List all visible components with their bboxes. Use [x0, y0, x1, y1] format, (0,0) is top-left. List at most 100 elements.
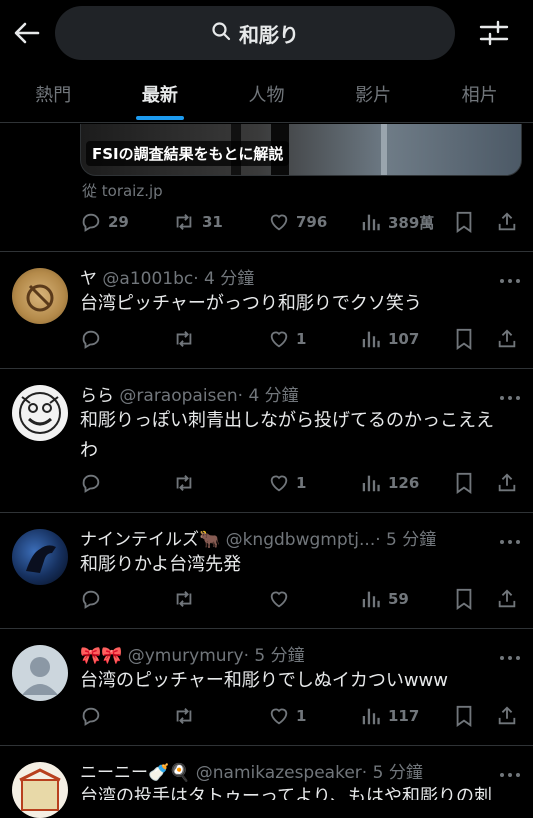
views-count: 389萬	[388, 213, 435, 232]
tweet-text[interactable]: 台湾のピッチャー和彫りでしぬイカついwww	[80, 666, 520, 696]
tab-top[interactable]: 熱門	[0, 72, 107, 122]
share-icon	[496, 211, 518, 233]
timestamp[interactable]: · 4 分鐘	[238, 386, 299, 406]
timestamp[interactable]: · 5 分鐘	[362, 763, 423, 783]
bar-chart-icon	[360, 588, 382, 610]
tweet-header: ヤ @a1001bc· 4 分鐘	[80, 264, 490, 289]
repost-icon	[172, 328, 196, 350]
user-handle[interactable]: @kngdbwgmptj...	[226, 530, 376, 550]
views-count: 107	[388, 330, 420, 348]
reply-button[interactable]: 29	[80, 209, 129, 235]
repost-button[interactable]	[172, 703, 196, 729]
tab-people[interactable]: 人物	[213, 72, 320, 122]
bookmark-button[interactable]	[454, 209, 474, 235]
tabs-divider	[0, 122, 533, 123]
bookmark-button[interactable]	[454, 326, 474, 352]
bar-chart-icon	[360, 472, 382, 494]
more-button[interactable]	[498, 388, 522, 400]
search-input[interactable]: 和彫り	[55, 6, 455, 60]
tab-photos[interactable]: 相片	[426, 72, 533, 122]
repost-button[interactable]	[172, 470, 196, 496]
display-name[interactable]: ヤ	[80, 269, 97, 289]
avatar[interactable]	[12, 385, 68, 441]
search-tabs: 熱門 最新 人物 影片 相片	[0, 72, 533, 122]
tab-videos[interactable]: 影片	[320, 72, 427, 122]
avatar[interactable]	[12, 762, 68, 818]
like-button[interactable]	[268, 586, 290, 612]
avatar[interactable]	[12, 645, 68, 701]
share-button[interactable]	[496, 326, 518, 352]
more-button[interactable]	[498, 648, 522, 660]
heart-icon	[268, 705, 290, 727]
tweet-actions: 1 126	[80, 470, 520, 496]
more-button[interactable]	[498, 532, 522, 544]
share-icon	[496, 472, 518, 494]
link-card-domain[interactable]: 從 toraiz.jp	[82, 180, 163, 201]
display-name[interactable]: 🎀🎀	[80, 646, 122, 666]
views-button[interactable]: 126	[360, 470, 419, 496]
repost-button[interactable]	[172, 326, 196, 352]
reply-button[interactable]	[80, 470, 102, 496]
user-handle[interactable]: @a1001bc	[102, 269, 193, 289]
user-handle[interactable]: @raraopaisen	[119, 386, 237, 406]
tab-latest[interactable]: 最新	[107, 72, 214, 122]
views-button[interactable]: 117	[360, 703, 419, 729]
reply-icon	[80, 588, 102, 610]
share-button[interactable]	[496, 209, 518, 235]
like-button[interactable]: 1	[268, 703, 306, 729]
tweet-text[interactable]: 台湾の投手はタトゥーってより、もはや和彫りの刺	[80, 782, 520, 800]
tweet-text[interactable]: 和彫りかよ台湾先発	[80, 550, 520, 580]
repost-button[interactable]: 31	[172, 209, 223, 235]
more-icon	[498, 532, 522, 551]
more-icon	[498, 388, 522, 407]
timestamp[interactable]: · 4 分鐘	[193, 269, 254, 289]
bar-chart-icon	[360, 328, 382, 350]
bookmark-button[interactable]	[454, 703, 474, 729]
tweet-line: 台湾の投手はタトゥーってより、もはや和彫りの刺	[80, 786, 493, 800]
divider	[0, 251, 533, 252]
display-name[interactable]: ニーニー🍼🍳	[80, 763, 190, 783]
user-handle[interactable]: @ymurymury	[128, 646, 244, 666]
reply-icon	[80, 472, 102, 494]
reply-button[interactable]	[80, 703, 102, 729]
more-icon	[498, 271, 522, 290]
repost-count: 31	[202, 213, 223, 231]
share-button[interactable]	[496, 470, 518, 496]
bookmark-button[interactable]	[454, 586, 474, 612]
tweet-header: らら @raraopaisen· 4 分鐘	[80, 381, 490, 406]
back-button[interactable]	[12, 18, 42, 48]
share-icon	[496, 588, 518, 610]
share-button[interactable]	[496, 703, 518, 729]
tweet-text[interactable]: 和彫りっぽい刺青出しながら投げてるのかっこええ わ	[80, 406, 520, 466]
like-button[interactable]: 1	[268, 470, 306, 496]
like-count: 1	[296, 474, 307, 492]
repost-button[interactable]	[172, 586, 196, 612]
repost-icon	[172, 705, 196, 727]
like-button[interactable]: 1	[268, 326, 306, 352]
views-button[interactable]: 389萬	[360, 209, 434, 235]
divider	[0, 745, 533, 746]
like-button[interactable]: 796	[268, 209, 327, 235]
more-button[interactable]	[498, 765, 522, 777]
name-emoji: 🐂	[199, 530, 221, 550]
reply-button[interactable]	[80, 586, 102, 612]
share-button[interactable]	[496, 586, 518, 612]
more-button[interactable]	[498, 271, 522, 283]
tweet-actions: 1 107	[80, 326, 520, 352]
link-card-title[interactable]: FSIの調査結果をもとに解説	[86, 141, 290, 166]
timestamp[interactable]: · 5 分鐘	[375, 530, 436, 550]
display-name[interactable]: ナインテイルズ	[80, 530, 199, 550]
tweet-actions: 59	[80, 586, 520, 612]
bookmark-button[interactable]	[454, 470, 474, 496]
views-button[interactable]: 107	[360, 326, 419, 352]
views-button[interactable]: 59	[360, 586, 409, 612]
tweet-line: 台湾ピッチャーがっつり和彫りでクソ笑う	[80, 293, 422, 314]
display-name[interactable]: らら	[80, 386, 114, 406]
user-handle[interactable]: @namikazespeaker	[196, 763, 362, 783]
search-settings-button[interactable]	[478, 18, 510, 48]
tweet-text[interactable]: 台湾ピッチャーがっつり和彫りでクソ笑う	[80, 289, 520, 319]
reply-button[interactable]	[80, 326, 102, 352]
avatar[interactable]	[12, 529, 68, 585]
timestamp[interactable]: · 5 分鐘	[244, 646, 305, 666]
avatar[interactable]	[12, 268, 68, 324]
